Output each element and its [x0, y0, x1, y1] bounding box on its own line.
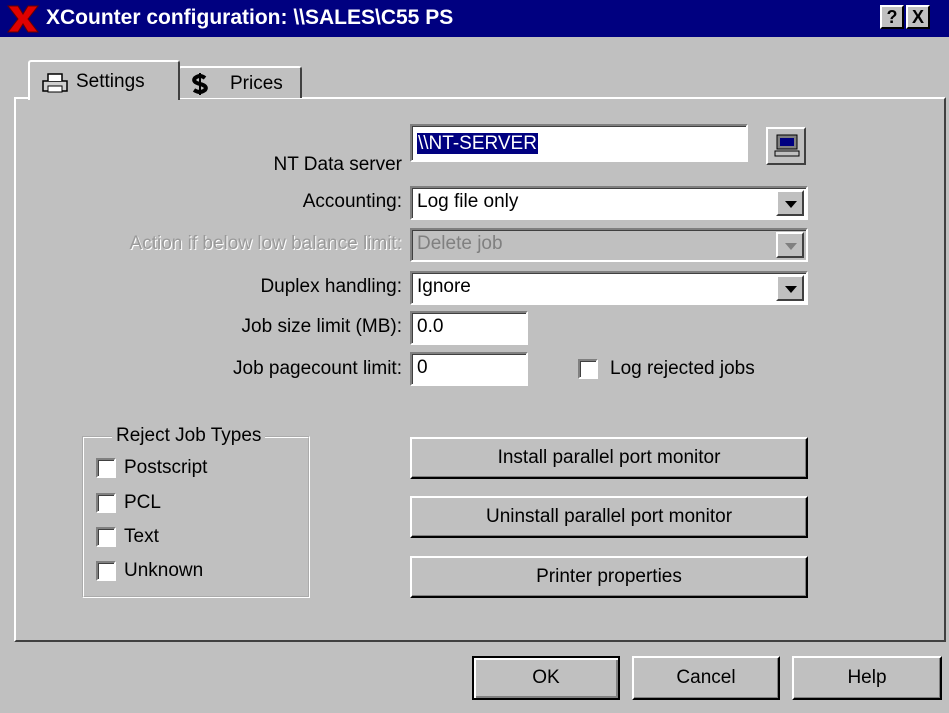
- help-title-button[interactable]: ?: [880, 5, 904, 29]
- job-size-input[interactable]: 0.0: [410, 311, 528, 345]
- chevron-down-icon[interactable]: [776, 275, 804, 301]
- reject-group-title: Reject Job Types: [112, 426, 266, 446]
- unknown-checkbox[interactable]: [96, 561, 116, 581]
- pagecount-label: Job pagecount limit:: [233, 358, 402, 379]
- low-balance-dropdown: Delete job: [410, 228, 808, 262]
- accounting-label: Accounting:: [302, 191, 402, 212]
- duplex-dropdown[interactable]: Ignore: [410, 271, 808, 305]
- printer-icon: [42, 73, 68, 93]
- tab-prices[interactable]: Prices: [178, 66, 302, 98]
- unknown-label: Unknown: [124, 560, 204, 581]
- chevron-down-icon[interactable]: [776, 190, 804, 216]
- install-monitor-button[interactable]: Install parallel port monitor: [410, 437, 808, 479]
- pcl-label: PCL: [124, 492, 161, 513]
- printer-properties-button[interactable]: Printer properties: [410, 556, 808, 598]
- log-rejected-checkbox[interactable]: [578, 359, 598, 379]
- dollar-icon: [192, 73, 208, 95]
- low-balance-label: Action if below low balance limit:: [129, 233, 402, 254]
- xcounter-logo-icon: [6, 5, 40, 33]
- text-label: Text: [124, 526, 159, 547]
- browse-server-button[interactable]: [766, 127, 806, 165]
- postscript-checkbox[interactable]: [96, 458, 116, 478]
- tab-settings-label: Settings: [76, 71, 145, 92]
- job-size-label: Job size limit (MB):: [241, 316, 402, 337]
- computer-icon: [774, 134, 800, 157]
- uninstall-monitor-button[interactable]: Uninstall parallel port monitor: [410, 496, 808, 538]
- nt-server-input[interactable]: \\NT-SERVER: [410, 124, 748, 162]
- pcl-checkbox[interactable]: [96, 493, 116, 513]
- nt-server-label: NT Data server: [273, 154, 402, 175]
- close-button[interactable]: X: [906, 5, 930, 29]
- window-title: XCounter configuration: \\SALES\C55 PS: [46, 6, 454, 29]
- chevron-down-icon: [776, 232, 804, 258]
- tab-settings[interactable]: Settings: [28, 60, 180, 100]
- duplex-label: Duplex handling:: [260, 276, 402, 297]
- help-button[interactable]: Help: [792, 656, 942, 700]
- postscript-label: Postscript: [124, 457, 208, 478]
- accounting-dropdown[interactable]: Log file only: [410, 186, 808, 220]
- pagecount-input[interactable]: 0: [410, 352, 528, 386]
- text-checkbox[interactable]: [96, 527, 116, 547]
- ok-button[interactable]: OK: [472, 656, 620, 700]
- log-rejected-label: Log rejected jobs: [610, 358, 755, 379]
- cancel-button[interactable]: Cancel: [632, 656, 780, 700]
- tab-prices-label: Prices: [230, 73, 283, 94]
